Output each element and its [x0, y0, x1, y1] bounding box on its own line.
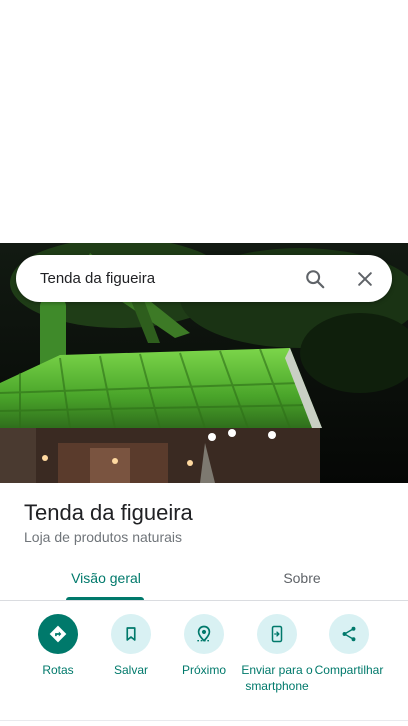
- send-to-phone-label: Enviar para o smartphone: [241, 663, 313, 693]
- search-icon[interactable]: [295, 259, 335, 299]
- send-to-phone-icon: [257, 614, 297, 654]
- place-category[interactable]: Loja de produtos naturais: [24, 529, 182, 545]
- close-icon[interactable]: [345, 259, 385, 299]
- divider: [0, 720, 408, 721]
- save-label: Salvar: [113, 663, 148, 677]
- place-tabs: Visão geral Sobre: [0, 556, 408, 601]
- save-button[interactable]: Salvar: [95, 614, 167, 678]
- bookmark-icon: [111, 614, 151, 654]
- search-bar[interactable]: Tenda da figueira: [16, 255, 392, 302]
- active-tab-indicator: [66, 597, 144, 600]
- send-to-phone-button[interactable]: Enviar para o smartphone: [241, 614, 313, 694]
- directions-label: Rotas: [42, 663, 74, 677]
- share-button[interactable]: Compartilhar: [313, 614, 385, 678]
- directions-button[interactable]: Rotas: [22, 614, 94, 678]
- tab-overview-label: Visão geral: [71, 570, 141, 586]
- tab-about[interactable]: Sobre: [252, 556, 352, 600]
- nearby-icon: [184, 614, 224, 654]
- tab-about-label: Sobre: [283, 570, 321, 586]
- nearby-button[interactable]: Próximo: [168, 614, 240, 678]
- share-label: Compartilhar: [314, 663, 384, 677]
- nearby-label: Próximo: [181, 663, 226, 677]
- action-row: Rotas Salvar Próximo Enviar para o smart…: [0, 614, 408, 714]
- share-icon: [329, 614, 369, 654]
- search-input[interactable]: Tenda da figueira: [40, 270, 295, 287]
- tab-overview[interactable]: Visão geral: [54, 556, 158, 600]
- place-title: Tenda da figueira: [24, 500, 193, 525]
- directions-icon: [38, 614, 78, 654]
